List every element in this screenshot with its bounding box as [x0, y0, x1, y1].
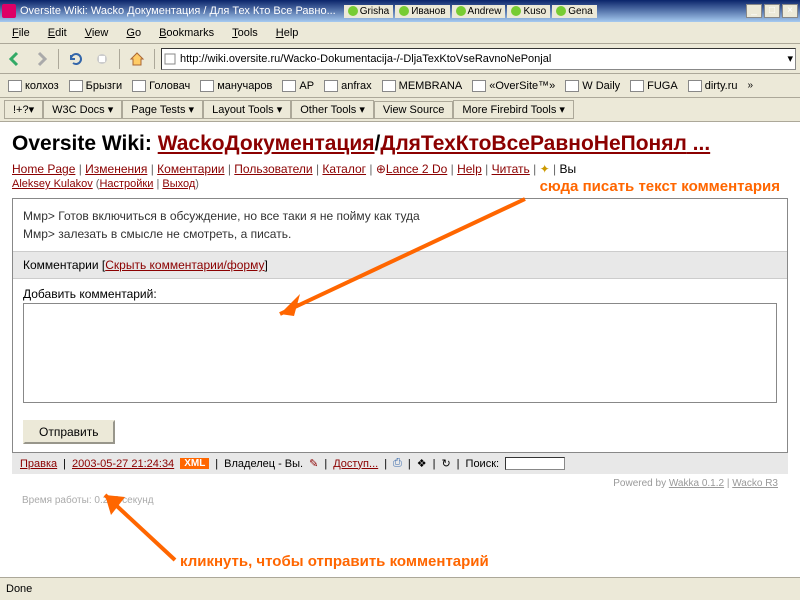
access-link[interactable]: Доступ...: [333, 458, 378, 470]
wiki-nav: Home Page | Изменения | Коментарии | Пол…: [12, 162, 788, 176]
date-link[interactable]: 2003-05-27 21:24:34: [72, 458, 174, 470]
nav-comments[interactable]: Коментарии: [157, 162, 224, 176]
powered-by: Powered by Wakka 0.1.2 | Wacko R3: [12, 474, 788, 493]
comments-header: Комментарии [Скрыть комментарии/форму]: [13, 251, 787, 279]
breadcrumb-more[interactable]: ...: [687, 132, 710, 155]
title-tab[interactable]: Иванов: [395, 5, 449, 18]
bookmark-item[interactable]: anfrax: [320, 79, 376, 93]
title-tab[interactable]: Gena: [552, 5, 596, 18]
menu-file[interactable]: File: [4, 25, 38, 41]
page-content: Oversite Wiki: WackoДокументация/ДляТехК…: [0, 122, 800, 577]
bookmark-item[interactable]: FUGA: [626, 79, 682, 93]
menu-edit[interactable]: Edit: [40, 25, 75, 41]
bookmark-item[interactable]: манучаров: [196, 79, 276, 93]
nav-changes[interactable]: Изменения: [85, 162, 147, 176]
window-title: Oversite Wiki: Wacko Документация / Для …: [20, 5, 336, 17]
menu-go[interactable]: Go: [118, 25, 149, 41]
timing-text: Время работы: 0.232 секунд: [12, 493, 788, 508]
forward-button[interactable]: [30, 48, 52, 70]
annotation-submit: кликнуть, чтобы отправить комментарий: [180, 553, 489, 570]
devtool-button[interactable]: More Firebird Tools ▾: [453, 100, 574, 119]
bookmarks-bar: колхоз Брызги Головач манучаров AP anfra…: [0, 74, 800, 98]
nav-users[interactable]: Пользователи: [234, 162, 312, 176]
menu-bookmarks[interactable]: Bookmarks: [151, 25, 222, 41]
bookmark-item[interactable]: W Daily: [561, 79, 624, 93]
page-icon: [164, 53, 176, 65]
page-footer: Правка | 2003-05-27 21:24:34 XML | Владе…: [12, 453, 788, 474]
page-heading: Oversite Wiki: WackoДокументация/ДляТехК…: [12, 132, 788, 156]
post-container: Ммр> Готов включиться в обсуждение, но в…: [12, 198, 788, 453]
title-tab[interactable]: Grisha: [344, 5, 393, 18]
devtool-button[interactable]: W3C Docs ▾: [43, 100, 122, 119]
close-button[interactable]: ×: [782, 4, 798, 18]
dropdown-icon[interactable]: ▾: [787, 52, 793, 65]
bookmark-item[interactable]: dirty.ru: [684, 79, 742, 93]
edit-link[interactable]: Правка: [20, 458, 57, 470]
maximize-button[interactable]: □: [764, 4, 780, 18]
url-input[interactable]: [180, 53, 783, 65]
nav-home[interactable]: Home Page: [12, 162, 75, 176]
toggle-comments-link[interactable]: Скрыть комментарии/форму: [105, 258, 264, 272]
reload-button[interactable]: [65, 48, 87, 70]
add-comment-label: Добавить комментарий:: [23, 287, 777, 301]
menubar: File Edit View Go Bookmarks Tools Help: [0, 22, 800, 44]
bookmark-item[interactable]: Головач: [128, 79, 194, 93]
devtool-button[interactable]: !+?▾: [4, 100, 43, 119]
stop-button[interactable]: [91, 48, 113, 70]
bookmark-item[interactable]: MEMBRANA: [378, 79, 467, 93]
devtools-bar: !+?▾ W3C Docs ▾ Page Tests ▾ Layout Tool…: [0, 98, 800, 122]
logout-link[interactable]: Выход: [162, 178, 195, 190]
owner-text: Владелец - Вы.: [224, 458, 303, 470]
menu-view[interactable]: View: [77, 25, 117, 41]
nav-toolbar: ▾: [0, 44, 800, 74]
url-bar[interactable]: ▾: [161, 48, 796, 70]
search-input[interactable]: [505, 457, 565, 470]
title-tab[interactable]: Kuso: [507, 5, 550, 18]
nav-help[interactable]: Help: [457, 162, 482, 176]
devtool-button[interactable]: Other Tools ▾: [291, 100, 374, 119]
bookmarks-overflow[interactable]: »: [744, 80, 758, 91]
annotation-textarea: сюда писать текст комментария: [540, 178, 780, 195]
nav-read[interactable]: Читать: [492, 162, 530, 176]
menu-tools[interactable]: Tools: [224, 25, 266, 41]
title-tabs: Grisha Иванов Andrew Kuso Gena: [344, 5, 597, 18]
devtool-button[interactable]: View Source: [374, 101, 454, 119]
breadcrumb-link[interactable]: ДляТехКтоВсеРавноНеПонял: [380, 132, 686, 155]
title-tab[interactable]: Andrew: [452, 5, 506, 18]
add-comment-form: Добавить комментарий:: [13, 279, 787, 414]
home-button[interactable]: [126, 48, 148, 70]
devtool-button[interactable]: Page Tests ▾: [122, 100, 203, 119]
status-bar: Done: [0, 577, 800, 599]
wakka-link[interactable]: Wakka 0.1.2: [669, 478, 724, 489]
window-titlebar: Oversite Wiki: Wacko Документация / Для …: [0, 0, 800, 22]
author-link[interactable]: Aleksey Kulakov: [12, 178, 93, 190]
bookmark-item[interactable]: «OverSite™»: [468, 79, 559, 93]
devtool-button[interactable]: Layout Tools ▾: [203, 100, 291, 119]
post-body: Ммр> Готов включиться в обсуждение, но в…: [13, 199, 787, 251]
submit-button[interactable]: Отправить: [23, 420, 115, 444]
app-icon: [2, 4, 16, 18]
breadcrumb-link[interactable]: WackoДокументация: [158, 132, 375, 155]
nav-catalog[interactable]: Каталог: [322, 162, 366, 176]
wacko-link[interactable]: Wacko R3: [732, 478, 778, 489]
xml-badge[interactable]: XML: [180, 458, 209, 469]
bookmark-item[interactable]: Брызги: [65, 79, 126, 93]
minimize-button[interactable]: _: [746, 4, 762, 18]
status-text: Done: [6, 583, 32, 595]
comment-textarea[interactable]: [23, 303, 777, 403]
nav-you: Вы: [559, 162, 576, 176]
menu-help[interactable]: Help: [268, 25, 307, 41]
bookmark-item[interactable]: колхоз: [4, 79, 63, 93]
bookmark-item[interactable]: AP: [278, 79, 318, 93]
settings-link[interactable]: Настройки: [99, 178, 153, 190]
back-button[interactable]: [4, 48, 26, 70]
nav-lance[interactable]: Lance 2 Do: [386, 162, 447, 176]
